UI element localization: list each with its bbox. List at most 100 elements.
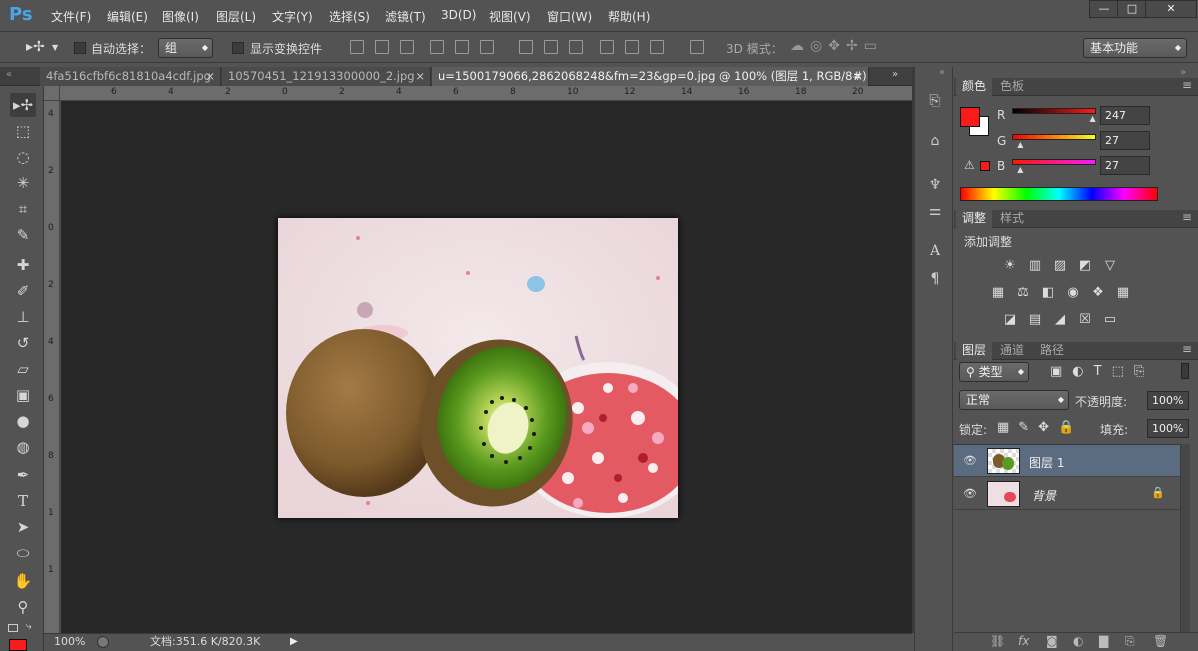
blur-tool-icon[interactable]: ● bbox=[10, 409, 36, 433]
vibrance-icon[interactable]: ▽ bbox=[1102, 259, 1118, 273]
close-tab-icon[interactable]: × bbox=[205, 67, 215, 85]
layer-filter-icons[interactable]: ▣◐T⬚⎘ bbox=[1050, 364, 1154, 379]
photo-filter-icon[interactable]: ◉ bbox=[1065, 286, 1081, 300]
eraser-tool-icon[interactable]: ▱ bbox=[10, 357, 36, 381]
stamp-tool-icon[interactable]: ⊥ bbox=[10, 305, 36, 329]
align-top-icon[interactable] bbox=[350, 40, 364, 54]
menu-edit[interactable]: 编辑(E) bbox=[107, 8, 148, 25]
new-layer-icon[interactable]: ⎘ bbox=[1125, 634, 1135, 649]
close-tab-icon[interactable]: × bbox=[415, 67, 425, 85]
color-lookup-icon[interactable]: ▦ bbox=[1115, 286, 1131, 300]
move-tool-preset-icon[interactable]: ▸✢ bbox=[26, 39, 45, 55]
ellipse-tool-icon[interactable]: ⬭ bbox=[10, 541, 36, 565]
character-panel-icon[interactable]: A bbox=[924, 241, 946, 261]
b-slider-handle[interactable]: ▲ bbox=[1017, 165, 1023, 174]
menu-window[interactable]: 窗口(W) bbox=[547, 8, 592, 25]
tab-channels[interactable]: 通道 bbox=[994, 342, 1030, 360]
curves-icon[interactable]: ▨ bbox=[1052, 259, 1068, 273]
move-tool-icon[interactable]: ▸✢ bbox=[10, 93, 36, 117]
default-colors-icon[interactable] bbox=[8, 624, 18, 632]
ruler-origin[interactable] bbox=[44, 86, 60, 100]
color-spectrum-bar[interactable] bbox=[960, 187, 1158, 201]
properties-panel-icon[interactable]: ⌂ bbox=[924, 131, 946, 151]
auto-select-dropdown[interactable]: 组 ◆ bbox=[158, 38, 213, 58]
color-balance-icon[interactable]: ⚖ bbox=[1015, 286, 1031, 300]
brush-panel-icon[interactable]: ⚌ bbox=[924, 201, 946, 221]
3d-tools-icons[interactable]: ☁◎✥✢▭ bbox=[790, 38, 883, 54]
levels-icon[interactable]: ▥ bbox=[1027, 259, 1043, 273]
eyedropper-tool-icon[interactable]: ✎ bbox=[10, 223, 36, 247]
panel-menu-icon[interactable]: ≡ bbox=[1182, 210, 1192, 224]
distribute-right-icon[interactable] bbox=[650, 40, 664, 54]
gamut-warning-icon[interactable]: ⚠ bbox=[964, 158, 975, 172]
layer-name[interactable]: 背景 bbox=[1032, 487, 1056, 504]
document-canvas[interactable] bbox=[278, 218, 678, 518]
tab-adjustments[interactable]: 调整 bbox=[956, 210, 993, 228]
panel-menu-icon[interactable]: ≡ bbox=[1182, 342, 1192, 356]
lasso-tool-icon[interactable]: ◌ bbox=[10, 145, 36, 169]
tab-styles[interactable]: 样式 bbox=[994, 210, 1030, 228]
visibility-eye-icon[interactable]: 👁 bbox=[963, 487, 977, 500]
black-white-icon[interactable]: ◧ bbox=[1040, 286, 1056, 300]
crop-tool-icon[interactable]: ⌗ bbox=[10, 197, 36, 221]
type-tool-icon[interactable]: T bbox=[10, 489, 36, 513]
tab-paths[interactable]: 路径 bbox=[1034, 342, 1070, 360]
brush-tool-icon[interactable]: ✐ bbox=[10, 279, 36, 303]
align-vcenter-icon[interactable] bbox=[375, 40, 389, 54]
new-fill-adjustment-icon[interactable]: ◐ bbox=[1073, 634, 1083, 648]
g-value-field[interactable]: 27 bbox=[1100, 131, 1150, 150]
delete-layer-icon[interactable]: 🗑 bbox=[1153, 634, 1168, 648]
b-slider[interactable] bbox=[1012, 159, 1096, 165]
menu-view[interactable]: 视图(V) bbox=[489, 8, 531, 25]
align-bottom-icon[interactable] bbox=[400, 40, 414, 54]
layers-scrollbar[interactable] bbox=[1180, 444, 1190, 632]
layer-filter-dropdown[interactable]: ⚲ 类型 ◆ bbox=[959, 362, 1029, 382]
expand-panels-icon[interactable]: « bbox=[939, 67, 945, 78]
tab-color[interactable]: 颜色 bbox=[956, 78, 993, 96]
collapse-panels-icon[interactable]: » bbox=[1180, 67, 1186, 78]
exposure-icon[interactable]: ◩ bbox=[1077, 259, 1093, 273]
magic-wand-tool-icon[interactable]: ✳ bbox=[10, 171, 36, 195]
show-transform-checkbox[interactable] bbox=[232, 42, 244, 54]
foreground-color-box[interactable] bbox=[960, 107, 980, 127]
share-icon[interactable] bbox=[97, 636, 109, 648]
visibility-eye-icon[interactable]: 👁 bbox=[963, 454, 977, 467]
blend-mode-dropdown[interactable]: 正常 ◆ bbox=[959, 390, 1069, 410]
marquee-tool-icon[interactable]: ⬚ bbox=[10, 119, 36, 143]
menu-file[interactable]: 文件(F) bbox=[51, 8, 91, 25]
layer-name[interactable]: 图层 1 bbox=[1029, 454, 1064, 471]
history-brush-tool-icon[interactable]: ↺ bbox=[10, 331, 36, 355]
distribute-hcenter-icon[interactable] bbox=[625, 40, 639, 54]
hand-tool-icon[interactable]: ✋ bbox=[10, 569, 36, 593]
menu-type[interactable]: 文字(Y) bbox=[272, 8, 313, 25]
swap-colors-icon[interactable]: ⤷ bbox=[26, 621, 32, 632]
invert-icon[interactable]: ◪ bbox=[1002, 313, 1018, 327]
menu-3d[interactable]: 3D(D) bbox=[441, 8, 476, 22]
hue-saturation-icon[interactable]: ▦ bbox=[990, 286, 1006, 300]
workspace-dropdown[interactable]: 基本功能 ◆ bbox=[1083, 38, 1187, 58]
layer-row-background[interactable]: 👁 背景 🔒 bbox=[954, 478, 1180, 510]
chevron-down-icon[interactable]: ▼ bbox=[52, 43, 58, 52]
zoom-level[interactable]: 100% bbox=[54, 634, 85, 650]
pen-tool-icon[interactable]: ✒ bbox=[10, 463, 36, 487]
zoom-tool-icon[interactable]: ⚲ bbox=[10, 595, 36, 619]
menu-image[interactable]: 图像(I) bbox=[162, 8, 199, 25]
tab-swatches[interactable]: 色板 bbox=[994, 78, 1030, 96]
distribute-left-icon[interactable] bbox=[600, 40, 614, 54]
distribute-vcenter-icon[interactable] bbox=[544, 40, 558, 54]
fx-icon[interactable]: fx bbox=[1018, 634, 1029, 648]
opacity-field[interactable]: 100% bbox=[1147, 391, 1189, 410]
tab-overflow-icon[interactable]: » bbox=[892, 69, 898, 80]
foreground-color-swatch[interactable] bbox=[9, 639, 27, 651]
minimize-button[interactable]: — bbox=[1089, 0, 1119, 18]
close-button[interactable]: ✕ bbox=[1145, 0, 1197, 18]
posterize-icon[interactable]: ▤ bbox=[1027, 313, 1043, 327]
tab-document-2[interactable]: 10570451_121913300000_2.jpg × bbox=[222, 67, 431, 86]
menu-filter[interactable]: 滤镜(T) bbox=[385, 8, 426, 25]
link-layers-icon[interactable]: ⛓ bbox=[990, 634, 1005, 648]
history-panel-icon[interactable]: ⎘ bbox=[924, 91, 946, 111]
panel-menu-icon[interactable]: ≡ bbox=[1182, 78, 1192, 92]
gamut-color-swatch[interactable] bbox=[980, 161, 990, 171]
align-left-icon[interactable] bbox=[430, 40, 444, 54]
g-slider[interactable] bbox=[1012, 134, 1096, 140]
